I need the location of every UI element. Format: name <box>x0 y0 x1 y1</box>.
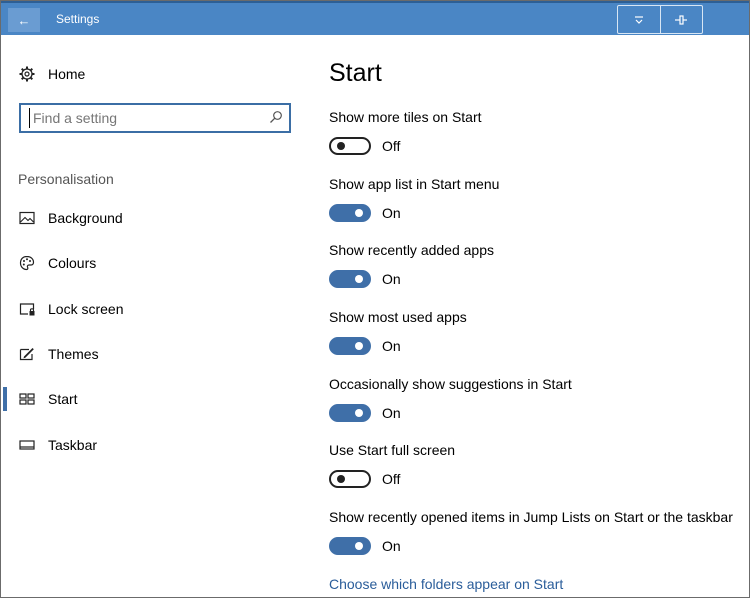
toggle-full-screen[interactable] <box>329 470 371 488</box>
toggle-app-list[interactable] <box>329 204 371 222</box>
sidebar-item-label: Start <box>48 391 78 407</box>
sidebar-item-label: Taskbar <box>48 437 98 453</box>
sidebar-item-label: Themes <box>48 346 99 362</box>
title-bar: ← Settings <box>1 1 749 35</box>
choose-folders-link[interactable]: Choose which folders appear on Start <box>329 576 563 592</box>
toggle-knob <box>337 142 345 150</box>
sidebar-item-label: Home <box>48 66 86 82</box>
themes-icon <box>18 345 36 363</box>
setting-label-app-list: Show app list in Start menu <box>329 176 500 192</box>
setting-label-recently-added: Show recently added apps <box>329 242 494 258</box>
window-controls <box>617 5 703 34</box>
back-button[interactable]: ← <box>8 8 40 32</box>
setting-label-full-screen: Use Start full screen <box>329 442 456 458</box>
sidebar-item-label: Colours <box>48 255 97 271</box>
sidebar-item-lock-screen[interactable]: Lock screen <box>18 297 123 321</box>
pin-icon <box>675 14 688 25</box>
toggle-state-more-tiles: Off <box>382 138 401 154</box>
setting-label-jump-lists: Show recently opened items in Jump Lists… <box>329 509 733 525</box>
toggle-knob <box>355 409 363 417</box>
toggle-state-app-list: On <box>382 205 401 221</box>
settings-window: ← Settings Home Find a setting Personali… <box>0 0 750 598</box>
toggle-knob <box>337 475 345 483</box>
toggle-knob <box>355 542 363 550</box>
setting-label-suggestions: Occasionally show suggestions in Start <box>329 376 572 392</box>
setting-label-more-tiles: Show more tiles on Start <box>329 109 482 125</box>
search-box[interactable] <box>19 103 291 133</box>
back-arrow-icon: ← <box>17 12 31 28</box>
picture-icon <box>18 209 36 227</box>
search-input[interactable] <box>29 108 263 128</box>
toggle-suggestions[interactable] <box>329 404 371 422</box>
sidebar-item-themes[interactable]: Themes <box>18 342 99 366</box>
search-icon[interactable] <box>269 110 283 124</box>
toggle-state-most-used: On <box>382 338 401 354</box>
title-bar-edge <box>1 1 749 3</box>
pin-button[interactable] <box>659 6 703 33</box>
toggle-jump-lists[interactable] <box>329 537 371 555</box>
toggle-most-used[interactable] <box>329 337 371 355</box>
toggle-state-jump-lists: On <box>382 538 401 554</box>
sidebar-item-background[interactable]: Background <box>18 206 123 230</box>
toggle-knob <box>355 342 363 350</box>
taskbar-icon <box>18 436 36 454</box>
gear-icon <box>18 65 36 83</box>
window-title: Settings <box>56 12 100 26</box>
toggle-knob <box>355 209 363 217</box>
sidebar-item-home[interactable]: Home <box>18 62 85 86</box>
toggle-recently-added[interactable] <box>329 270 371 288</box>
setting-label-most-used: Show most used apps <box>329 309 467 325</box>
toggle-knob <box>355 275 363 283</box>
sidebar-item-taskbar[interactable]: Taskbar <box>18 433 97 457</box>
palette-icon <box>18 254 36 272</box>
sidebar-item-start[interactable]: Start <box>18 387 78 411</box>
restore-icon <box>634 15 643 24</box>
toggle-more-tiles[interactable] <box>329 137 371 155</box>
sidebar-item-label: Lock screen <box>48 301 124 317</box>
lock-screen-icon <box>18 300 36 318</box>
toggle-state-recently-added: On <box>382 271 401 287</box>
toggle-state-suggestions: On <box>382 405 401 421</box>
active-indicator <box>3 387 7 411</box>
toggle-state-full-screen: Off <box>382 471 401 487</box>
sidebar-item-colours[interactable]: Colours <box>18 251 96 275</box>
section-heading: Personalisation <box>18 171 114 187</box>
restore-button[interactable] <box>618 6 660 33</box>
page-title: Start <box>329 59 382 87</box>
sidebar-item-label: Background <box>48 210 123 226</box>
start-icon <box>18 390 36 408</box>
